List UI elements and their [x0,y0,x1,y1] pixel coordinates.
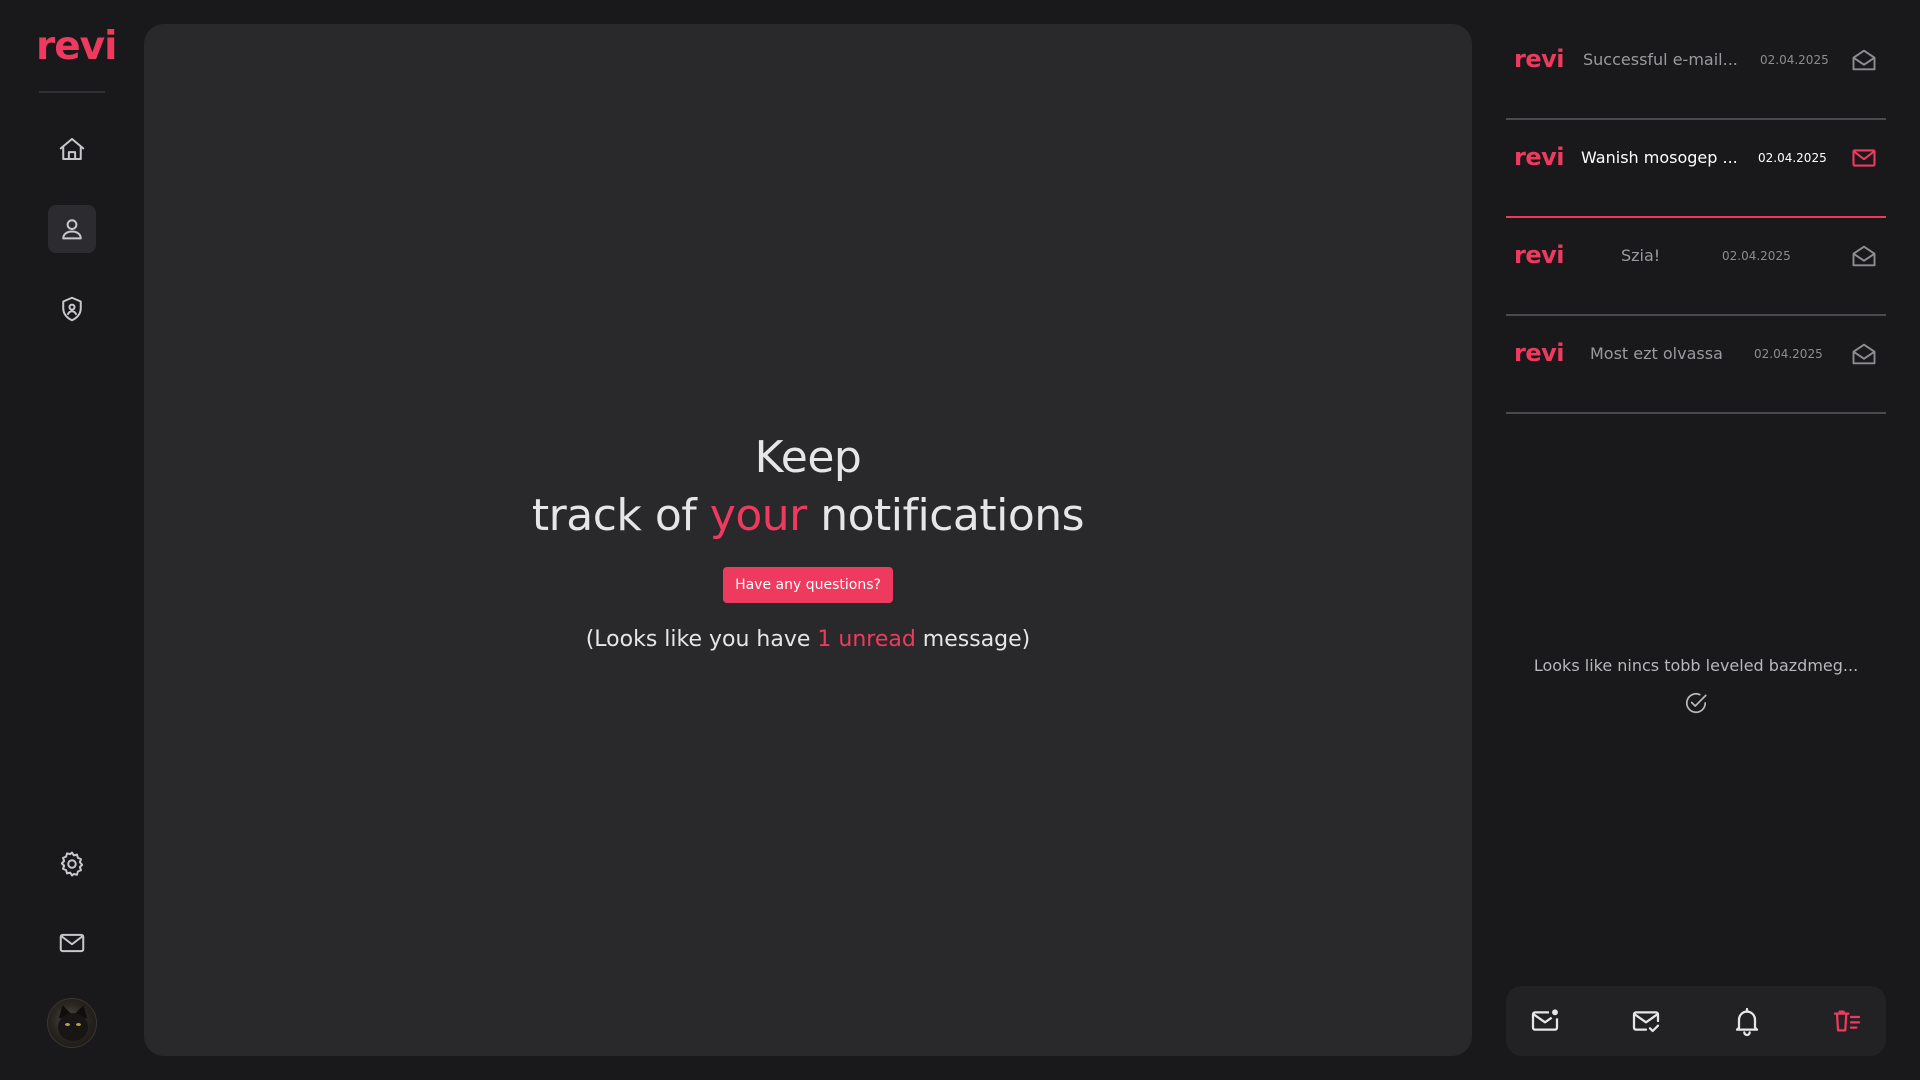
bell-icon [1735,1007,1759,1037]
shield-icon [62,296,82,322]
unread-pre: (Looks like you have [585,626,818,652]
mail-icon [59,933,85,953]
unread-filter-button[interactable] [1529,1005,1561,1037]
app-logo[interactable]: revi [36,24,117,70]
read-filter-button[interactable] [1630,1005,1662,1037]
home-icon [59,138,85,160]
notification-list: revi Successful e-mail... 02.04.2025 rev… [1506,22,1886,414]
notification-date: 02.04.2025 [1760,53,1829,67]
logo-divider [39,91,105,93]
main-panel: Keep track of your notifications Have an… [144,24,1472,1056]
questions-button[interactable]: Have any questions? [723,566,893,603]
notification-item[interactable]: revi Successful e-mail... 02.04.2025 [1506,22,1886,120]
check-circle-icon [1685,693,1707,714]
mail-open-icon[interactable] [1850,46,1878,74]
user-icon [62,219,82,240]
unread-count[interactable]: 1 unread [817,627,915,652]
delete-all-button[interactable] [1831,1005,1863,1037]
unread-summary: (Looks like you have 1 unread message) [586,627,1031,652]
hero: Keep track of your notifications Have an… [144,24,1472,1056]
mail-dot-icon [1531,1009,1559,1031]
avatar-eye [76,1023,81,1026]
notification-title: Szia! [1621,246,1661,265]
notification-item[interactable]: revi Wanish mosogep ... 02.04.2025 [1506,120,1886,218]
mail-open-icon[interactable] [1850,340,1878,368]
avatar[interactable] [47,998,97,1048]
mail-check-icon [1632,1011,1660,1033]
notification-item[interactable]: revi Szia! 02.04.2025 [1506,218,1886,316]
mail-open-icon[interactable] [1850,242,1878,270]
avatar-face [58,1013,88,1041]
unread-post: message) [915,626,1031,652]
hero-title-line1: Keep [754,431,862,483]
notification-date: 02.04.2025 [1758,151,1827,165]
mail-icon[interactable] [1850,144,1878,172]
sidebar: revi [0,0,144,1080]
notification-logo: revi [1514,241,1564,269]
notification-date: 02.04.2025 [1754,347,1823,361]
notification-title: Successful e-mail... [1583,50,1738,69]
avatar-eye [65,1023,70,1026]
notification-logo: revi [1514,45,1564,73]
notification-title: Wanish mosogep ... [1581,148,1738,167]
notifications-button[interactable] [1731,1005,1763,1037]
hero-title-line2: track of your notifications [531,487,1085,545]
hero-title-pre: track of [531,489,710,541]
notification-title: Most ezt olvassa [1590,344,1723,363]
sidebar-item-mail[interactable] [48,919,96,967]
sidebar-item-settings[interactable] [48,840,96,888]
hero-title-post: notifications [806,489,1085,541]
notification-logo: revi [1514,143,1564,171]
bottom-toolbar [1506,986,1886,1056]
trash-list-icon [1833,1010,1861,1032]
hero-title-accent: your [709,489,807,541]
sidebar-item-home[interactable] [48,125,96,173]
sidebar-item-security[interactable] [48,285,96,333]
sidebar-item-profile[interactable] [48,205,96,253]
notification-date: 02.04.2025 [1722,249,1791,263]
gear-icon [60,851,84,877]
notification-logo: revi [1514,339,1564,367]
notification-item[interactable]: revi Most ezt olvassa 02.04.2025 [1506,316,1886,414]
empty-state-text: Looks like nincs tobb leveled bazdmeg... [1533,656,1859,675]
